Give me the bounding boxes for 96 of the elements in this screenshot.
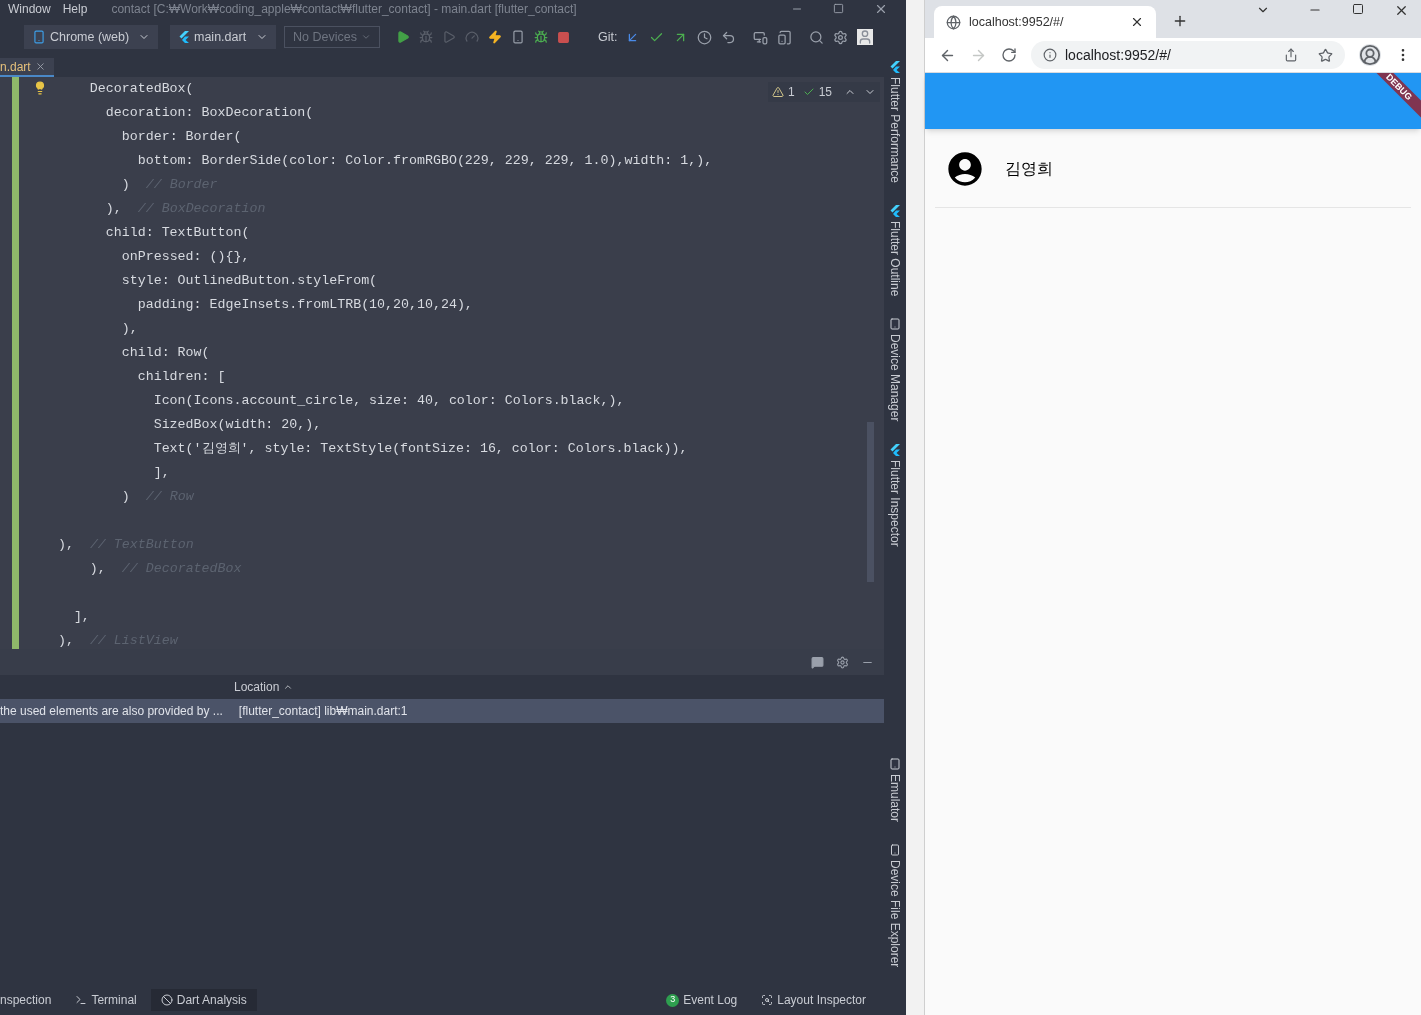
flutter-icon [889, 205, 901, 218]
code-line: ], [153, 464, 170, 483]
flutter-icon [889, 443, 901, 456]
menu-item[interactable]: Help [62, 0, 88, 18]
git-label: Git: [598, 28, 618, 46]
avatar-icon[interactable] [857, 29, 874, 45]
settings-icon[interactable] [833, 29, 849, 45]
tool-window-label: Flutter Performance [887, 77, 903, 184]
terminal-icon [75, 994, 88, 1006]
tool-window-label: Device Manager [887, 334, 903, 422]
code-line: padding: EdgeInsets.fromLTRB(10,20,10,24), [137, 296, 473, 315]
tool-window-label: Flutter Outline [887, 221, 903, 297]
address-bar[interactable]: localhost:9952/#/ [1031, 41, 1345, 69]
editor-tab[interactable]: n.dart [0, 58, 54, 77]
star-icon[interactable] [1318, 47, 1333, 63]
code-line: style: OutlinedButton.styleFrom( [121, 272, 378, 291]
location-column-header[interactable]: Location [234, 678, 294, 696]
tool-window-tab[interactable]: Flutter Inspector [886, 439, 904, 551]
code-line: ], [73, 608, 90, 627]
problem-row[interactable]: the used elements are also provided by ... [flutter_contact] lib₩main.dart:1 [0, 699, 884, 723]
menu-item[interactable]: Window [8, 0, 51, 18]
code-line: SizedBox(width: 20,), [153, 416, 322, 435]
close-icon[interactable] [1394, 3, 1409, 18]
code-line: children: [ [137, 368, 226, 387]
device-selector[interactable]: Chrome (web) [24, 25, 158, 49]
tool-tab[interactable]: nspection [0, 989, 62, 1011]
devices-icon[interactable] [753, 29, 769, 45]
lightning-icon[interactable] [488, 30, 502, 44]
flutter-icon [889, 61, 901, 73]
code-line: DecoratedBox( [89, 80, 194, 99]
tool-tab[interactable]: 3 Event Log [656, 991, 748, 1009]
code-line: child: Row( [121, 344, 210, 363]
warning-icon [771, 86, 784, 98]
devices-icon[interactable] [777, 29, 793, 45]
code-line: decoration: BoxDecoration( [105, 104, 314, 123]
run-icon[interactable] [396, 30, 410, 44]
problem-location: [flutter_contact] lib₩main.dart:1 [238, 703, 408, 720]
code-line: ) [121, 488, 130, 507]
phone-icon [32, 30, 46, 44]
run-configuration[interactable]: main.dart [170, 25, 276, 49]
tool-window-tab[interactable]: Emulator [886, 753, 904, 826]
inspection-widget[interactable]: 1 15 [767, 82, 880, 102]
tablet-icon [889, 318, 901, 331]
comment-icon[interactable] [811, 655, 824, 669]
code-line: ), [105, 200, 122, 219]
undo-icon[interactable] [721, 29, 737, 45]
stop-icon[interactable] [557, 30, 570, 44]
bug-icon[interactable] [534, 30, 548, 44]
code-line: child: TextButton( [105, 224, 250, 243]
tablet-icon [889, 757, 901, 770]
close-icon[interactable] [1130, 15, 1144, 29]
problem-description: the used elements are also provided by ... [0, 703, 223, 720]
settings-icon[interactable] [836, 655, 849, 669]
tool-window-label: Flutter Inspector [887, 459, 903, 547]
tool-window-tab[interactable]: Flutter Outline [886, 201, 904, 301]
new-tab-icon[interactable] [1172, 13, 1188, 29]
count-badge: 3 [666, 993, 680, 1007]
code-line: ), [121, 320, 138, 339]
tool-window-label: Device File Explorer [887, 859, 903, 967]
contact-row[interactable]: 김영희 [935, 129, 1411, 208]
tool-window-label: Emulator [887, 773, 903, 822]
tool-tab[interactable]: Layout Inspector [751, 991, 876, 1009]
contact-name: 김영희 [1005, 159, 1053, 179]
warning-count: 1 [787, 84, 795, 101]
phone-icon[interactable] [511, 30, 525, 44]
share-icon[interactable] [1284, 48, 1298, 62]
check-count: 15 [818, 84, 832, 101]
globe-icon [946, 14, 961, 30]
flutter-icon [178, 31, 190, 43]
code-line: Icon(Icons.account_circle, size: 40, color: Colors.black,), [153, 392, 625, 411]
code-line: onPressed: (){}, [121, 248, 250, 267]
code-editor[interactable] [0, 77, 884, 649]
reload-icon[interactable] [1001, 47, 1017, 63]
sort-icon [283, 682, 294, 692]
code-line: ), [89, 560, 106, 579]
code-line: ), [57, 536, 74, 555]
browser-tab[interactable]: localhost:9952/#/ [934, 6, 1156, 38]
history-icon[interactable] [697, 29, 713, 45]
code-line: bottom: BorderSide(color: Color.fromRGBO(229, 229, 229, 1.0),width: 1,), [137, 152, 713, 171]
tool-tab[interactable]: Dart Analysis [150, 989, 257, 1011]
window-title: contact [C:₩Work₩coding_apple₩contact₩flutter_contact] - main.dart [flutter_contact] [111, 0, 577, 18]
code-line: ), [57, 632, 74, 651]
lightbulb-icon[interactable] [33, 81, 47, 95]
tool-window-tab[interactable]: Flutter Performance [886, 57, 904, 188]
code-line: border: Border( [121, 128, 242, 147]
code-line: ) [121, 176, 130, 195]
tool-window-tab[interactable]: Device File Explorer [886, 839, 904, 971]
search-icon[interactable] [809, 29, 825, 45]
inspector-icon [761, 994, 774, 1006]
tool-window-tab[interactable]: Device Manager [886, 314, 904, 426]
phone-icon [889, 843, 901, 856]
info-icon[interactable] [1043, 48, 1057, 62]
code-line: Text('김영희', style: TextStyle(fontSize: 16, color: Colors.black)), [153, 440, 688, 459]
maximize-icon[interactable] [1352, 3, 1364, 15]
tool-tab[interactable]: Terminal [65, 989, 147, 1011]
check-icon [802, 86, 815, 98]
